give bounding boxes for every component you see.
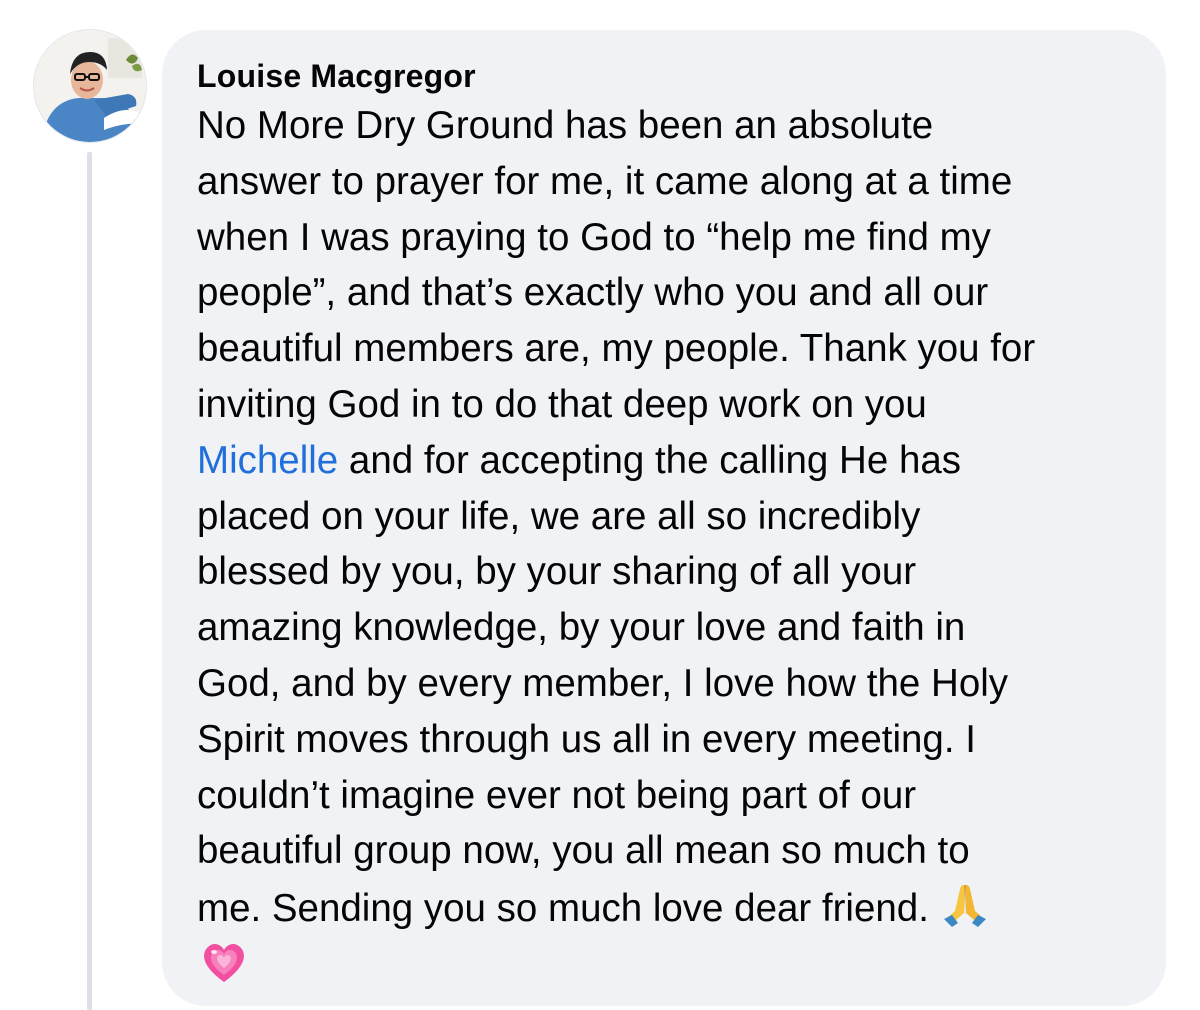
mention-link[interactable]: Michelle <box>197 439 338 482</box>
comment-line: beautiful members are, my people. Thank … <box>197 327 1036 371</box>
thread-line <box>87 152 92 1010</box>
comment-line: inviting God in to do that deep work on … <box>197 382 927 426</box>
comment-line: blessed by you, by your sharing of all y… <box>197 550 917 594</box>
comment-bubble: Louise Macgregor No More Dry Ground has … <box>162 30 1166 1006</box>
comment-line: Spirit moves through us all in every mee… <box>197 717 976 761</box>
comment-line: amazing knowledge, by your love and fait… <box>197 606 966 650</box>
comment-author[interactable]: Louise Macgregor <box>197 56 1132 96</box>
comment-line: No More Dry Ground has been an absolute <box>197 104 934 147</box>
growing-heart-icon <box>199 937 249 987</box>
avatar[interactable] <box>34 30 146 142</box>
comment-line: beautiful group now, you all mean so muc… <box>197 829 970 873</box>
profile-photo-icon <box>34 30 146 142</box>
comment-text: No More Dry Ground has been an absolute … <box>197 98 1132 995</box>
comment-line: Michelle and for accepting the calling H… <box>197 433 1132 489</box>
folded-hands-icon <box>940 879 990 929</box>
comment-line: answer to prayer for me, it came along a… <box>197 159 1013 203</box>
comment-line-rest: and for accepting the calling He has <box>338 438 962 482</box>
comment-line-emoji <box>197 937 1132 995</box>
comment-line: couldn’t imagine ever not being part of … <box>197 773 917 817</box>
comment-line: people”, and that’s exactly who you and … <box>197 271 989 315</box>
comment-line: when I was praying to God to “help me fi… <box>197 215 991 259</box>
comment-line: placed on your life, we are all so incre… <box>197 494 921 538</box>
comment-line: God, and by every member, I love how the… <box>197 661 1009 705</box>
comment-line-last: me. Sending you so much love dear friend… <box>197 879 1132 937</box>
comment-last-text: me. Sending you so much love dear friend… <box>197 887 929 931</box>
